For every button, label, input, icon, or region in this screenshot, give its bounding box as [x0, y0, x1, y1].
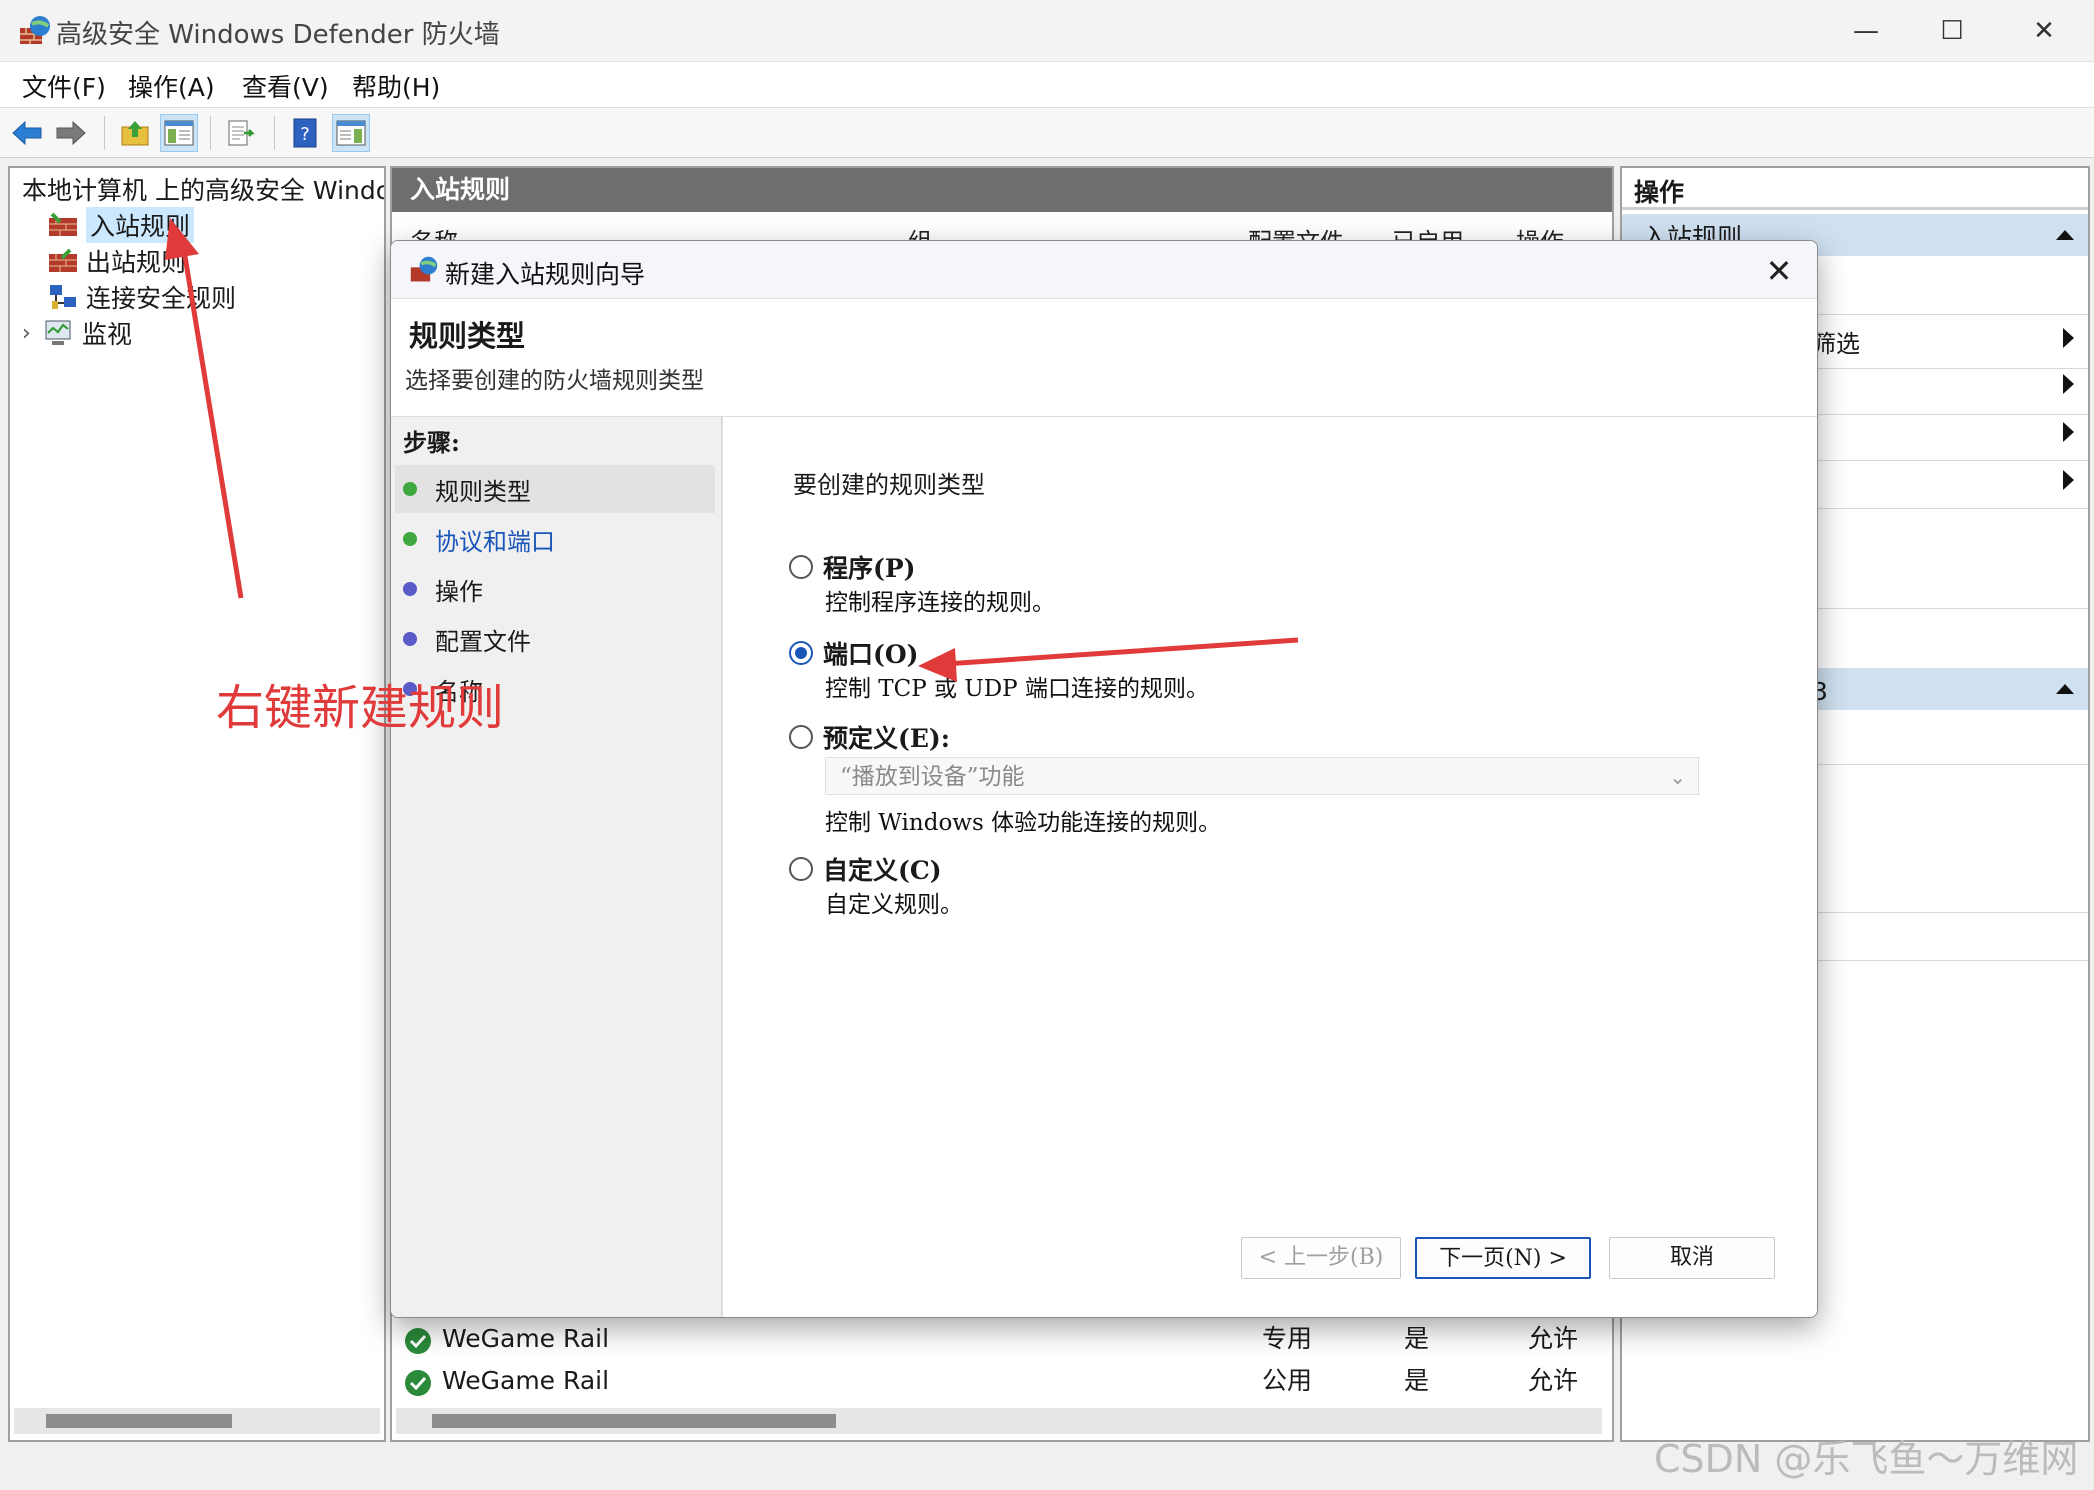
watermark: CSDN @乐飞鱼～万维网	[1654, 1437, 2079, 1481]
annotation-text: 右键新建规则	[216, 680, 505, 736]
annotation-arrows	[165, 218, 1299, 682]
